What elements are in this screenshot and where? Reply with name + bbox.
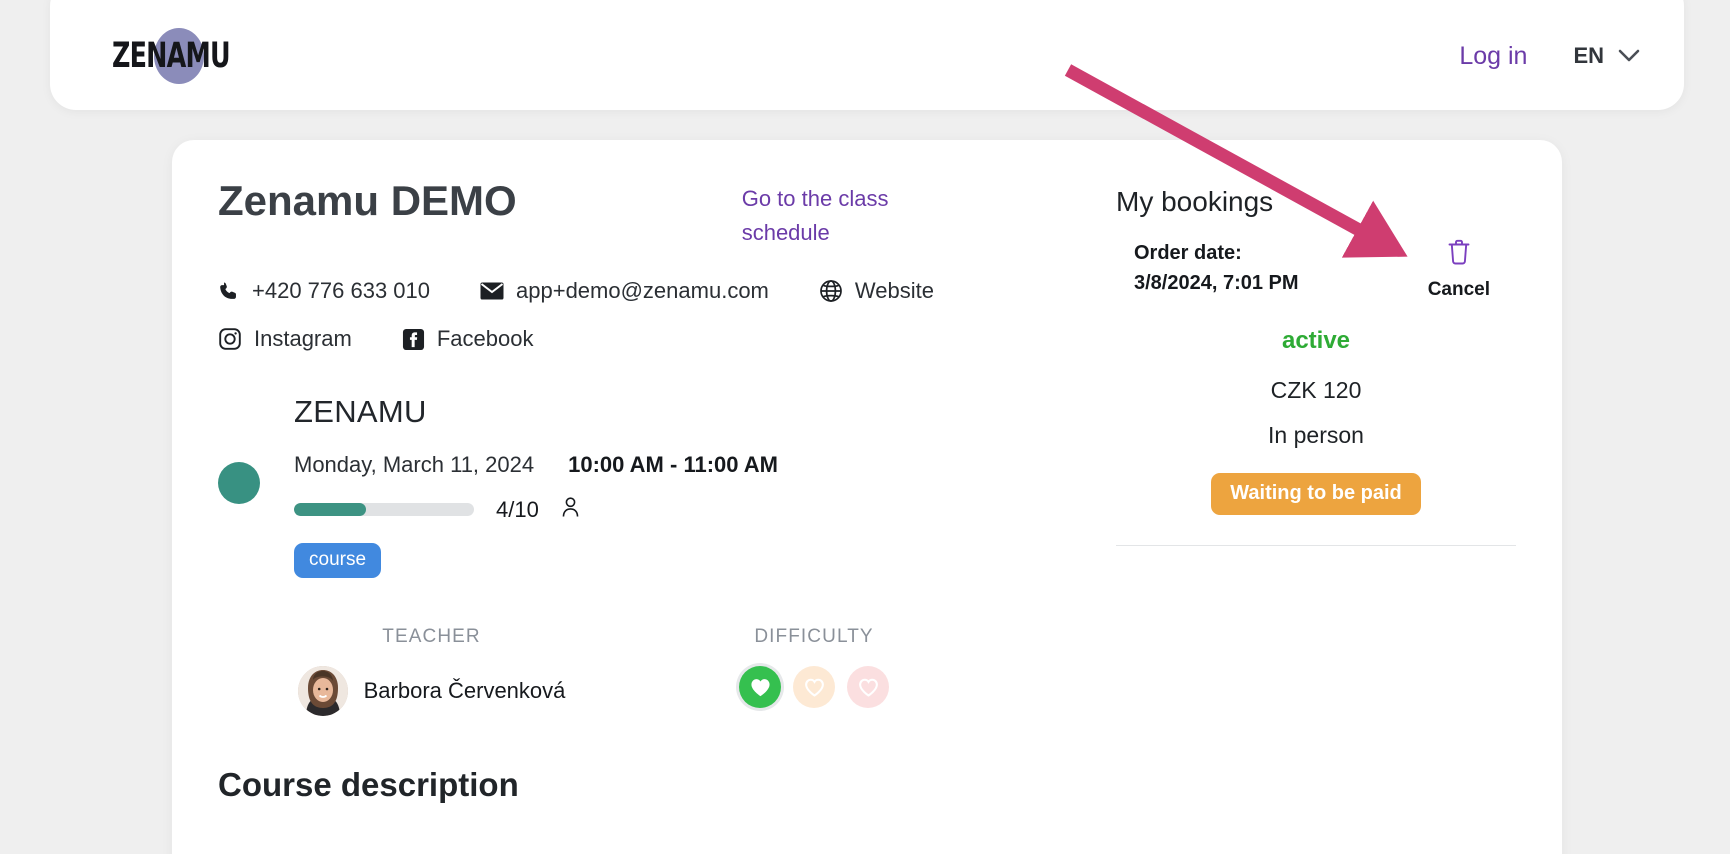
heart-icon-level-1 [739, 666, 781, 709]
booking-divider [1116, 545, 1516, 546]
class-time: 10:00 AM - 11:00 AM [568, 452, 779, 478]
heart-icon-level-3 [847, 666, 889, 709]
heart-icon-level-2 [793, 666, 835, 709]
capacity-progress-fill [294, 503, 366, 517]
capacity-label: 4/10 [496, 496, 539, 522]
instagram-label: Instagram [254, 326, 352, 352]
cancel-label: Cancel [1427, 279, 1490, 300]
instagram-icon [218, 327, 242, 351]
teacher-entry[interactable]: Barbora Červenková [297, 666, 566, 717]
mail-icon [480, 281, 504, 301]
email-contact[interactable]: app+demo@zenamu.com [480, 278, 769, 304]
website-contact[interactable]: Website [819, 278, 934, 304]
teacher-column: TEACHER Barbora Červenková [294, 626, 569, 717]
person-icon [561, 496, 580, 523]
difficulty-levels [739, 666, 889, 709]
phone-contact[interactable]: +420 776 633 010 [218, 278, 430, 304]
teacher-name: Barbora Červenková [363, 678, 566, 704]
my-bookings-title: My bookings [1116, 186, 1274, 217]
header-actions: Log in EN [1459, 42, 1640, 71]
booking-mode: In person [1268, 422, 1364, 448]
zenamu-logo[interactable]: ZENAMU [112, 21, 262, 91]
chevron-down-icon [1618, 43, 1640, 69]
logo-text: ZENAMU [112, 35, 231, 77]
booking-status: active [1281, 327, 1351, 354]
language-label: EN [1573, 43, 1604, 68]
booking-header-row: Order date: 3/8/2024, 7:01 PM Cancel [1116, 238, 1516, 301]
booking-price: CZK 120 [1270, 377, 1362, 403]
page-root: ZENAMU Log in EN Zenamu DEMO Go to the c… [0, 0, 1730, 854]
my-bookings-panel: My bookings Order date: 3/8/2024, 7:01 P… [1116, 178, 1516, 546]
email-label: app+demo@zenamu.com [516, 278, 769, 304]
phone-label: +420 776 633 010 [252, 278, 431, 304]
instagram-contact[interactable]: Instagram [218, 326, 352, 352]
login-button[interactable]: Log in [1459, 42, 1527, 71]
facebook-icon [402, 328, 425, 351]
class-color-dot [218, 462, 260, 505]
class-tags: course [294, 543, 1516, 579]
order-date-value: 3/8/2024, 7:01 PM [1134, 272, 1299, 294]
class-tag-course: course [294, 543, 382, 579]
language-selector[interactable]: EN [1573, 43, 1640, 69]
order-date-label: Order date: [1134, 242, 1242, 264]
course-description-heading: Course description [218, 766, 519, 804]
order-date-block: Order date: 3/8/2024, 7:01 PM [1134, 238, 1299, 298]
website-label: Website [854, 278, 934, 304]
venue-detail-card: Zenamu DEMO Go to the class schedule +42… [172, 140, 1562, 854]
site-header: ZENAMU Log in EN [50, 0, 1684, 110]
payment-status-badge: Waiting to be paid [1211, 473, 1421, 515]
facebook-label: Facebook [436, 326, 534, 352]
page-title: Zenamu DEMO [218, 177, 517, 224]
difficulty-column: DIFFICULTY [669, 626, 959, 716]
phone-icon [218, 280, 240, 303]
cancel-booking-button[interactable]: Cancel [1428, 238, 1516, 301]
globe-icon [819, 279, 843, 303]
booking-summary: active CZK 120 In person Waiting to be p… [1116, 327, 1516, 515]
trash-icon [1447, 238, 1471, 271]
capacity-progress-bar [294, 503, 474, 517]
facebook-contact[interactable]: Facebook [402, 326, 534, 352]
avatar [297, 666, 348, 717]
go-to-class-schedule-link[interactable]: Go to the class schedule [742, 182, 932, 250]
teacher-column-label: TEACHER [382, 626, 481, 648]
class-details-row: TEACHER Barbora Červenková DIFFICULTY [218, 626, 1516, 717]
class-date: Monday, March 11, 2024 [294, 452, 535, 478]
difficulty-column-label: DIFFICULTY [754, 626, 874, 648]
